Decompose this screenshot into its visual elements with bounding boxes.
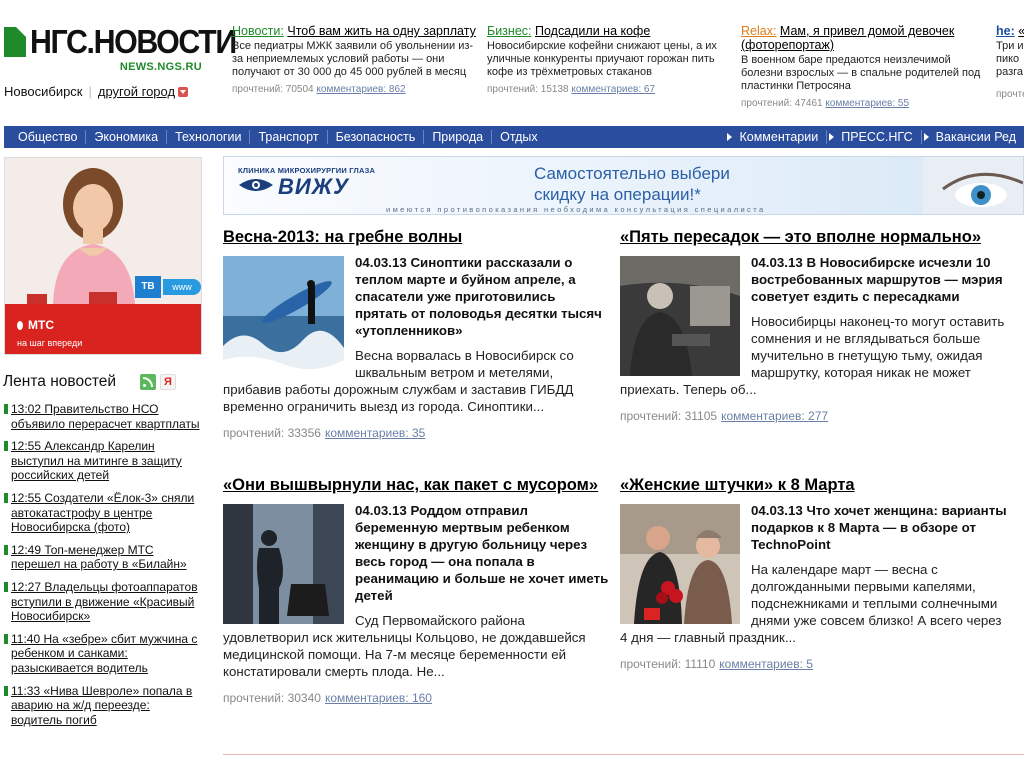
teaser-views: прочте — [996, 89, 1024, 100]
mts-ad-banner[interactable]: ТВ www МТС на шаг впереди — [4, 157, 202, 355]
ad-woman-image — [53, 168, 135, 304]
feed-item-link[interactable]: 11:33 «Нива Шевроле» попала в аварию на … — [11, 684, 192, 727]
logo-mark-icon — [4, 27, 26, 57]
teaser-rubric[interactable]: Бизнес: — [487, 24, 532, 38]
news-feed-title[interactable]: Лента новостей — [3, 373, 116, 391]
www-badge: www — [163, 279, 201, 295]
teaser-comments-link[interactable]: комментариев: 55 — [825, 98, 909, 109]
main-nav: Общество Экономика Технологии Транспорт … — [4, 126, 1024, 148]
chevron-down-icon[interactable] — [178, 87, 189, 97]
teaser-rubric[interactable]: Relax: — [741, 24, 776, 38]
teaser-views: прочтений: 15138 — [487, 84, 569, 95]
banner-disclaimer: имеются противопоказания необходима конс… — [386, 205, 766, 214]
feed-item-link[interactable]: 12:55 Александр Карелин выступил на мити… — [11, 439, 182, 482]
article-views: прочтений: 33356 — [223, 426, 321, 440]
teaser-news: Новости: Чтоб вам жить на одну зарплату … — [232, 24, 478, 96]
ad-red-bar: МТС на шаг впереди — [5, 304, 201, 354]
article-comments-link[interactable]: комментариев: 160 — [325, 691, 432, 705]
logo-subtitle: NEWS.NGS.RU — [119, 61, 202, 73]
rss-icon[interactable] — [140, 374, 156, 390]
clinic-ad-banner[interactable]: КЛИНИКА МИКРОХИРУРГИИ ГЛАЗА ВИЖУ Самосто… — [223, 156, 1024, 215]
teaser-text: Новосибирские кофейни снижают цены, а их… — [487, 40, 717, 78]
article-views: прочтений: 30340 — [223, 691, 321, 705]
teaser-rubric[interactable]: Новости: — [232, 24, 284, 38]
article-card: «Они вышвырнули нас, как пакет с мусором… — [223, 477, 611, 707]
feed-item-link[interactable]: 12:49 Топ-менеджер МТС перешел на работу… — [11, 543, 187, 572]
teaser-business: Бизнес: Подсадили на кофе Новосибирские … — [487, 24, 727, 96]
nav-item-vacancies[interactable]: Вакансии Ред — [922, 130, 1024, 144]
list-item[interactable]: 12:27 Владельцы фотоаппаратов вступили в… — [4, 580, 204, 624]
teaser-title[interactable]: « — [1018, 24, 1024, 38]
teaser-text: Три и пико разга — [996, 40, 1024, 78]
article-views: прочтений: 31105 — [620, 409, 718, 423]
nav-item-economy[interactable]: Экономика — [86, 130, 168, 144]
news-feed: 13:02 Правительство НСО объявило перерас… — [4, 402, 204, 735]
article-title[interactable]: Весна-2013: на гребне волны — [223, 229, 611, 246]
feed-item-link[interactable]: 11:40 На «зебре» сбит мужчина с ребенком… — [11, 632, 197, 675]
teaser-relax: Relax: Мам, я привел домой девочек (фото… — [741, 24, 989, 110]
article-comments-link[interactable]: комментариев: 5 — [719, 657, 813, 671]
list-item[interactable]: 13:02 Правительство НСО объявило перерас… — [4, 402, 204, 431]
article-views: прочтений: 11110 — [620, 657, 716, 671]
egg-icon — [17, 321, 23, 330]
article-title[interactable]: «Пять пересадок — это вполне нормально» — [620, 229, 1012, 246]
article-comments-link[interactable]: комментариев: 35 — [325, 426, 425, 440]
article-card: «Пять пересадок — это вполне нормально» … — [620, 229, 1012, 425]
nav-item-society[interactable]: Общество — [4, 130, 87, 144]
article-photo[interactable] — [223, 256, 344, 377]
current-city: Новосибирск — [4, 84, 83, 99]
clinic-brand: ВИЖУ — [278, 174, 350, 199]
teaser-comments-link[interactable]: комментариев: 862 — [316, 84, 405, 95]
teaser-views: прочтений: 70504 — [232, 84, 314, 95]
yandex-icon[interactable]: Я — [160, 374, 176, 390]
face-eye-image — [923, 157, 1023, 214]
nav-item-transport[interactable]: Транспорт — [250, 130, 328, 144]
teaser-text: Все педиатры МЖК заявили об увольнении и… — [232, 40, 474, 78]
feed-item-link[interactable]: 12:55 Создатели «Ёлок-3» сняли автокатас… — [11, 491, 194, 534]
teaser-views: прочтений: 47461 — [741, 98, 823, 109]
list-item[interactable]: 11:40 На «зебре» сбит мужчина с ребенком… — [4, 632, 204, 676]
list-item[interactable]: 12:55 Создатели «Ёлок-3» сняли автокатас… — [4, 491, 204, 535]
article-card: «Женские штучки» к 8 Марта 04.03.13 Что … — [620, 477, 1012, 673]
top-teasers: Новости: Чтоб вам жить на одну зарплату … — [232, 24, 1024, 109]
teaser-comments-link[interactable]: комментариев: 67 — [571, 84, 655, 95]
city-selector: Новосибирск | другой город — [4, 84, 189, 99]
list-item[interactable]: 11:33 «Нива Шевроле» попала в аварию на … — [4, 684, 204, 728]
tv-badge: ТВ — [135, 276, 161, 298]
article-photo[interactable] — [223, 504, 344, 624]
nav-item-press[interactable]: ПРЕСС.НГС — [827, 130, 922, 144]
nav-item-technology[interactable]: Технологии — [167, 130, 251, 144]
list-item[interactable]: 12:55 Александр Карелин выступил на мити… — [4, 439, 204, 483]
teaser-title[interactable]: Подсадили на кофе — [535, 24, 650, 38]
nav-item-nature[interactable]: Природа — [424, 130, 493, 144]
banner-slogan-line: скидку на операции!* — [534, 185, 701, 204]
ad-slogan: на шаг впереди — [17, 338, 83, 348]
article-comments-link[interactable]: комментариев: 277 — [721, 409, 828, 423]
feed-item-link[interactable]: 13:02 Правительство НСО объявило перерас… — [11, 402, 200, 431]
other-city-link[interactable]: другой город — [98, 84, 175, 99]
banner-slogan: Самостоятельно выбери скидку на операции… — [534, 163, 730, 205]
logo-text: НГС.НОВОСТИ — [30, 23, 237, 60]
banner-slogan-line: Самостоятельно выбери — [534, 164, 730, 183]
divider — [223, 754, 1024, 758]
article-card: Весна-2013: на гребне волны 04.03.13 Син… — [223, 229, 611, 442]
article-photo[interactable] — [620, 504, 740, 624]
teaser-text: В военном баре предаются неизлечимой бол… — [741, 54, 981, 92]
article-photo[interactable] — [620, 256, 740, 376]
feed-item-link[interactable]: 12:27 Владельцы фотоаппаратов вступили в… — [11, 580, 198, 623]
teaser-title[interactable]: Чтоб вам жить на одну зарплату — [287, 24, 476, 38]
teaser-he: he: « Три и пико разга прочте — [996, 24, 1024, 101]
site-logo[interactable]: НГС.НОВОСТИ NEWS.NGS.RU — [4, 24, 237, 76]
teaser-rubric[interactable]: he: — [996, 24, 1015, 38]
operator-name: МТС — [28, 318, 54, 332]
nav-item-security[interactable]: Безопасность — [328, 130, 425, 144]
article-title[interactable]: «Женские штучки» к 8 Марта — [620, 477, 1012, 494]
article-title[interactable]: «Они вышвырнули нас, как пакет с мусором… — [223, 477, 611, 494]
nav-item-comments[interactable]: Комментарии — [725, 130, 828, 144]
nav-item-leisure[interactable]: Отдых — [492, 130, 546, 144]
eye-icon — [239, 179, 273, 191]
mts-logo: МТС — [17, 318, 54, 332]
list-item[interactable]: 12:49 Топ-менеджер МТС перешел на работу… — [4, 543, 204, 572]
